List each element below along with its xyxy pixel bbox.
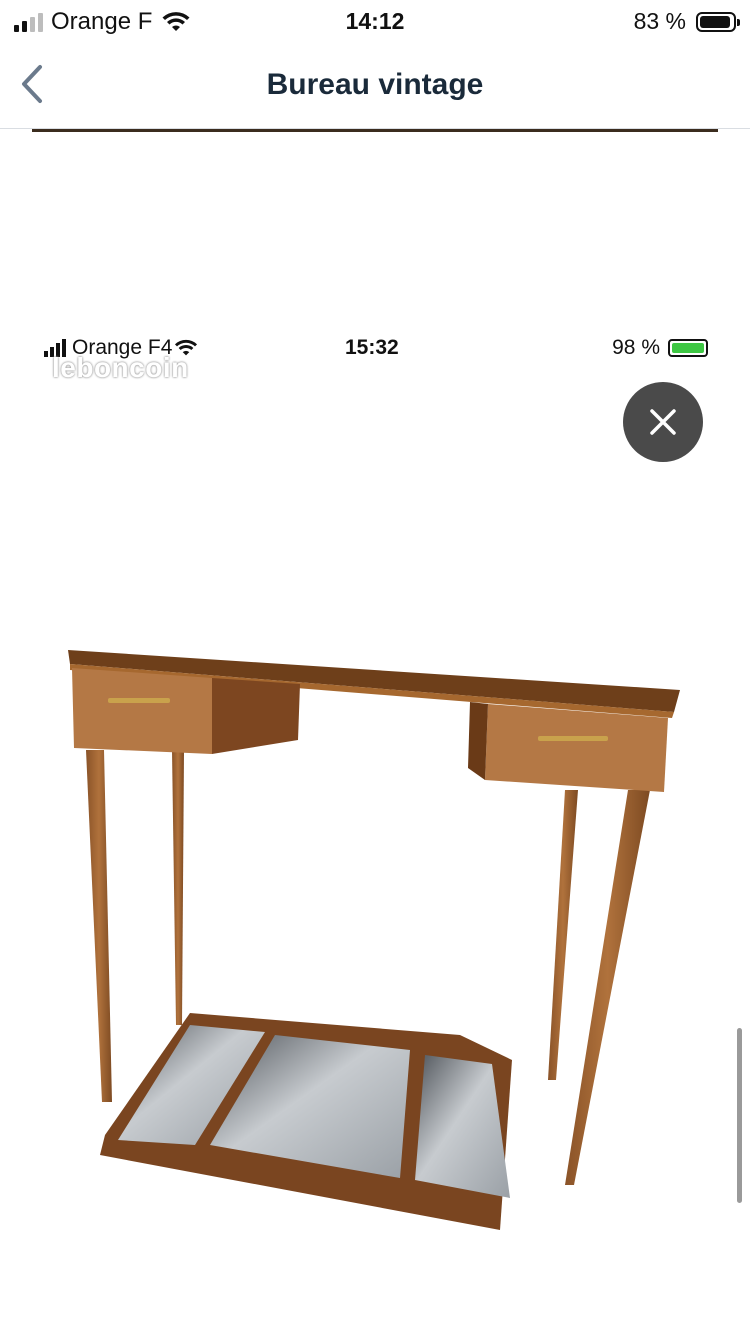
product-photo bbox=[68, 650, 680, 1230]
embedded-status-right: 98 % bbox=[612, 336, 708, 360]
status-right: 83 % bbox=[633, 8, 740, 35]
status-bar: Orange F 14:12 83 % bbox=[0, 0, 750, 44]
battery-icon bbox=[696, 11, 740, 32]
embedded-battery-icon bbox=[668, 339, 708, 357]
navigation-bar: Bureau vintage bbox=[0, 44, 750, 129]
close-button[interactable] bbox=[623, 382, 703, 462]
close-icon bbox=[650, 409, 676, 435]
page-title: Bureau vintage bbox=[266, 68, 484, 101]
watermark: leboncoin bbox=[52, 352, 189, 383]
image-top-edge bbox=[32, 129, 718, 132]
scrollbar[interactable] bbox=[737, 1028, 742, 1203]
battery-percent: 83 % bbox=[633, 8, 686, 34]
embedded-battery-percent: 98 % bbox=[612, 336, 660, 359]
embedded-time: 15:32 bbox=[345, 336, 399, 359]
